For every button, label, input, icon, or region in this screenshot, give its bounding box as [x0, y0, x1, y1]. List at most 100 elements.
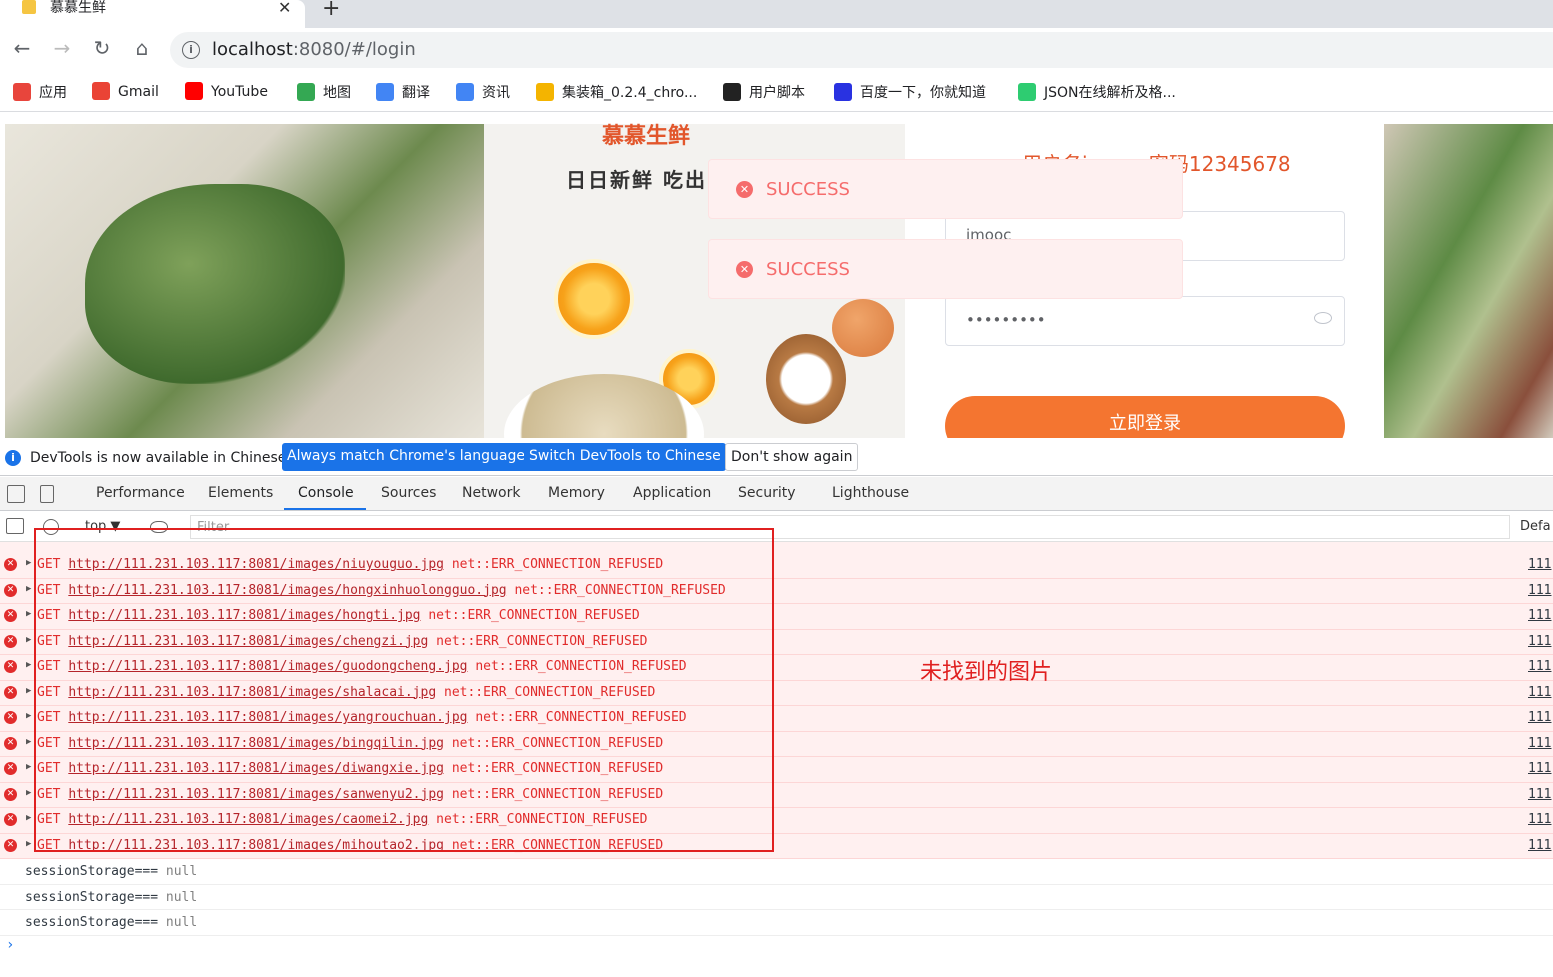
expand-triangle-icon[interactable]: ▶: [26, 839, 31, 849]
expand-triangle-icon[interactable]: ▶: [26, 711, 31, 721]
device-toolbar-icon[interactable]: [40, 485, 54, 503]
source-link[interactable]: 111: [1528, 761, 1551, 776]
tab-console[interactable]: Console: [298, 485, 354, 501]
tab-elements[interactable]: Elements: [208, 485, 273, 501]
expand-triangle-icon[interactable]: ▶: [26, 584, 31, 594]
site-info-icon[interactable]: i: [182, 41, 200, 59]
new-tab-icon[interactable]: +: [322, 0, 340, 21]
browser-tab[interactable]: 慕慕生鲜 ✕: [0, 0, 305, 28]
expand-triangle-icon[interactable]: ▶: [26, 609, 31, 619]
login-page: 慕慕生鲜 日日新鲜 吃出 用户名imooc 密码12345678 imooc •…: [0, 113, 1553, 438]
favicon-icon: [22, 0, 36, 14]
log-label: sessionStorage===: [25, 915, 159, 930]
expand-triangle-icon[interactable]: ▶: [26, 762, 31, 772]
bookmark-label: 用户脚本: [749, 85, 805, 101]
tab-network[interactable]: Network: [462, 485, 520, 501]
source-link[interactable]: 111: [1528, 583, 1551, 598]
expand-triangle-icon[interactable]: ▶: [26, 788, 31, 798]
egg: [832, 299, 894, 357]
log-message: sessionStorage=== null: [25, 890, 197, 905]
error-icon: ✕: [4, 762, 17, 775]
url-text[interactable]: localhost:8080/#/login: [212, 39, 416, 60]
maps-pin-icon: [297, 83, 315, 101]
bookmark-item[interactable]: 地图: [297, 82, 351, 102]
bookmark-item[interactable]: JSON在线解析及格...: [1018, 82, 1176, 102]
back-icon[interactable]: ←: [9, 36, 35, 60]
tab-memory[interactable]: Memory: [548, 485, 605, 501]
console-logs: › sessionStorage=== null sessionStorage==…: [0, 859, 1553, 977]
brand-logo-text: 慕慕生鲜: [602, 124, 691, 149]
bookmark-item[interactable]: 用户脚本: [723, 82, 805, 102]
bookmark-item[interactable]: 资讯: [456, 82, 510, 102]
error-icon: ✕: [4, 609, 17, 622]
annotation-text: 未找到的图片: [920, 660, 1053, 685]
password-field[interactable]: •••••••••: [945, 296, 1345, 346]
log-levels-dropdown[interactable]: Defa: [1520, 519, 1551, 534]
eye-icon[interactable]: [1314, 312, 1332, 324]
bookmark-item[interactable]: 翻译: [376, 82, 430, 102]
expand-triangle-icon[interactable]: ▶: [26, 660, 31, 670]
json-icon: [1018, 83, 1036, 101]
source-link[interactable]: 111: [1528, 710, 1551, 725]
reload-icon[interactable]: ↻: [89, 36, 115, 60]
source-link[interactable]: 111: [1528, 838, 1551, 853]
expand-triangle-icon[interactable]: ▶: [26, 737, 31, 747]
error-icon: ✕: [4, 838, 17, 852]
coconut-spoon: [766, 334, 846, 424]
bookmark-item[interactable]: 集装箱_0.2.4_chro...: [536, 82, 697, 102]
tab-application[interactable]: Application: [633, 485, 711, 501]
youtube-icon: [185, 82, 203, 100]
source-link[interactable]: 111: [1528, 608, 1551, 623]
bookmark-item[interactable]: Gmail: [92, 82, 159, 102]
always-match-language-button[interactable]: Always match Chrome's language: [282, 443, 530, 471]
source-link[interactable]: 111: [1528, 557, 1551, 572]
tab-performance[interactable]: Performance: [96, 485, 185, 501]
dont-show-again-button[interactable]: Don't show again: [725, 443, 859, 471]
expand-triangle-icon[interactable]: ▶: [26, 686, 31, 696]
console-prompt-icon[interactable]: ›: [6, 937, 14, 953]
source-link[interactable]: 111: [1528, 736, 1551, 751]
forward-icon[interactable]: →: [49, 36, 75, 60]
log-label: sessionStorage===: [25, 889, 159, 905]
source-link[interactable]: 111: [1528, 659, 1551, 674]
inspect-element-icon[interactable]: [7, 485, 25, 503]
bookmark-label: 地图: [323, 85, 351, 101]
password-value: •••••••••: [966, 311, 1046, 329]
log-value: null: [165, 889, 198, 905]
bookmark-label: Gmail: [118, 84, 159, 100]
bookmark-item[interactable]: 应用: [13, 82, 67, 102]
translate-icon: [376, 83, 394, 101]
tab-sources[interactable]: Sources: [381, 485, 436, 501]
devtools-language-infobar: i DevTools is now available in Chinese! …: [0, 438, 1553, 476]
tab-security[interactable]: Security: [738, 485, 796, 501]
source-link[interactable]: 111: [1528, 685, 1551, 700]
source-link[interactable]: 111: [1528, 787, 1551, 802]
expand-triangle-icon[interactable]: ▶: [26, 813, 31, 823]
bookmark-label: 资讯: [482, 85, 510, 101]
url-host: localhost: [212, 39, 293, 60]
sidebar-toggle-icon[interactable]: [6, 518, 24, 534]
bookmark-item[interactable]: 百度一下，你就知道: [834, 82, 986, 102]
bookmark-label: YouTube: [211, 84, 268, 100]
error-icon: ✕: [4, 634, 17, 648]
leaf-shape: [85, 184, 345, 384]
bookmarks-bar: 应用 Gmail YouTube 地图 翻译 资讯 集装箱_0.2.4_chro... 用户脚…: [0, 72, 1553, 112]
annotation-red-box: [34, 528, 774, 852]
console-log-row: sessionStorage=== null: [0, 859, 1553, 885]
source-link[interactable]: 111: [1528, 812, 1551, 827]
address-bar[interactable]: i localhost:8080/#/login: [170, 32, 1553, 68]
close-tab-icon[interactable]: ✕: [278, 0, 291, 17]
login-button[interactable]: 立即登录: [945, 396, 1345, 438]
bookmark-label: 集装箱_0.2.4_chro...: [562, 85, 698, 101]
bookmark-item[interactable]: YouTube: [185, 82, 268, 102]
infobar-text: DevTools is now available in Chinese!: [30, 450, 292, 466]
expand-triangle-icon[interactable]: ▶: [26, 558, 31, 568]
tab-lighthouse[interactable]: Lighthouse: [832, 485, 909, 501]
source-link[interactable]: 111: [1528, 634, 1551, 649]
error-icon: ✕: [4, 787, 17, 801]
expand-triangle-icon[interactable]: ▶: [26, 635, 31, 645]
rainbow-icon: [536, 83, 554, 101]
home-icon[interactable]: ⌂: [129, 36, 155, 60]
switch-to-chinese-button[interactable]: Switch DevTools to Chinese: [524, 443, 726, 471]
background-image-left: [5, 124, 484, 438]
